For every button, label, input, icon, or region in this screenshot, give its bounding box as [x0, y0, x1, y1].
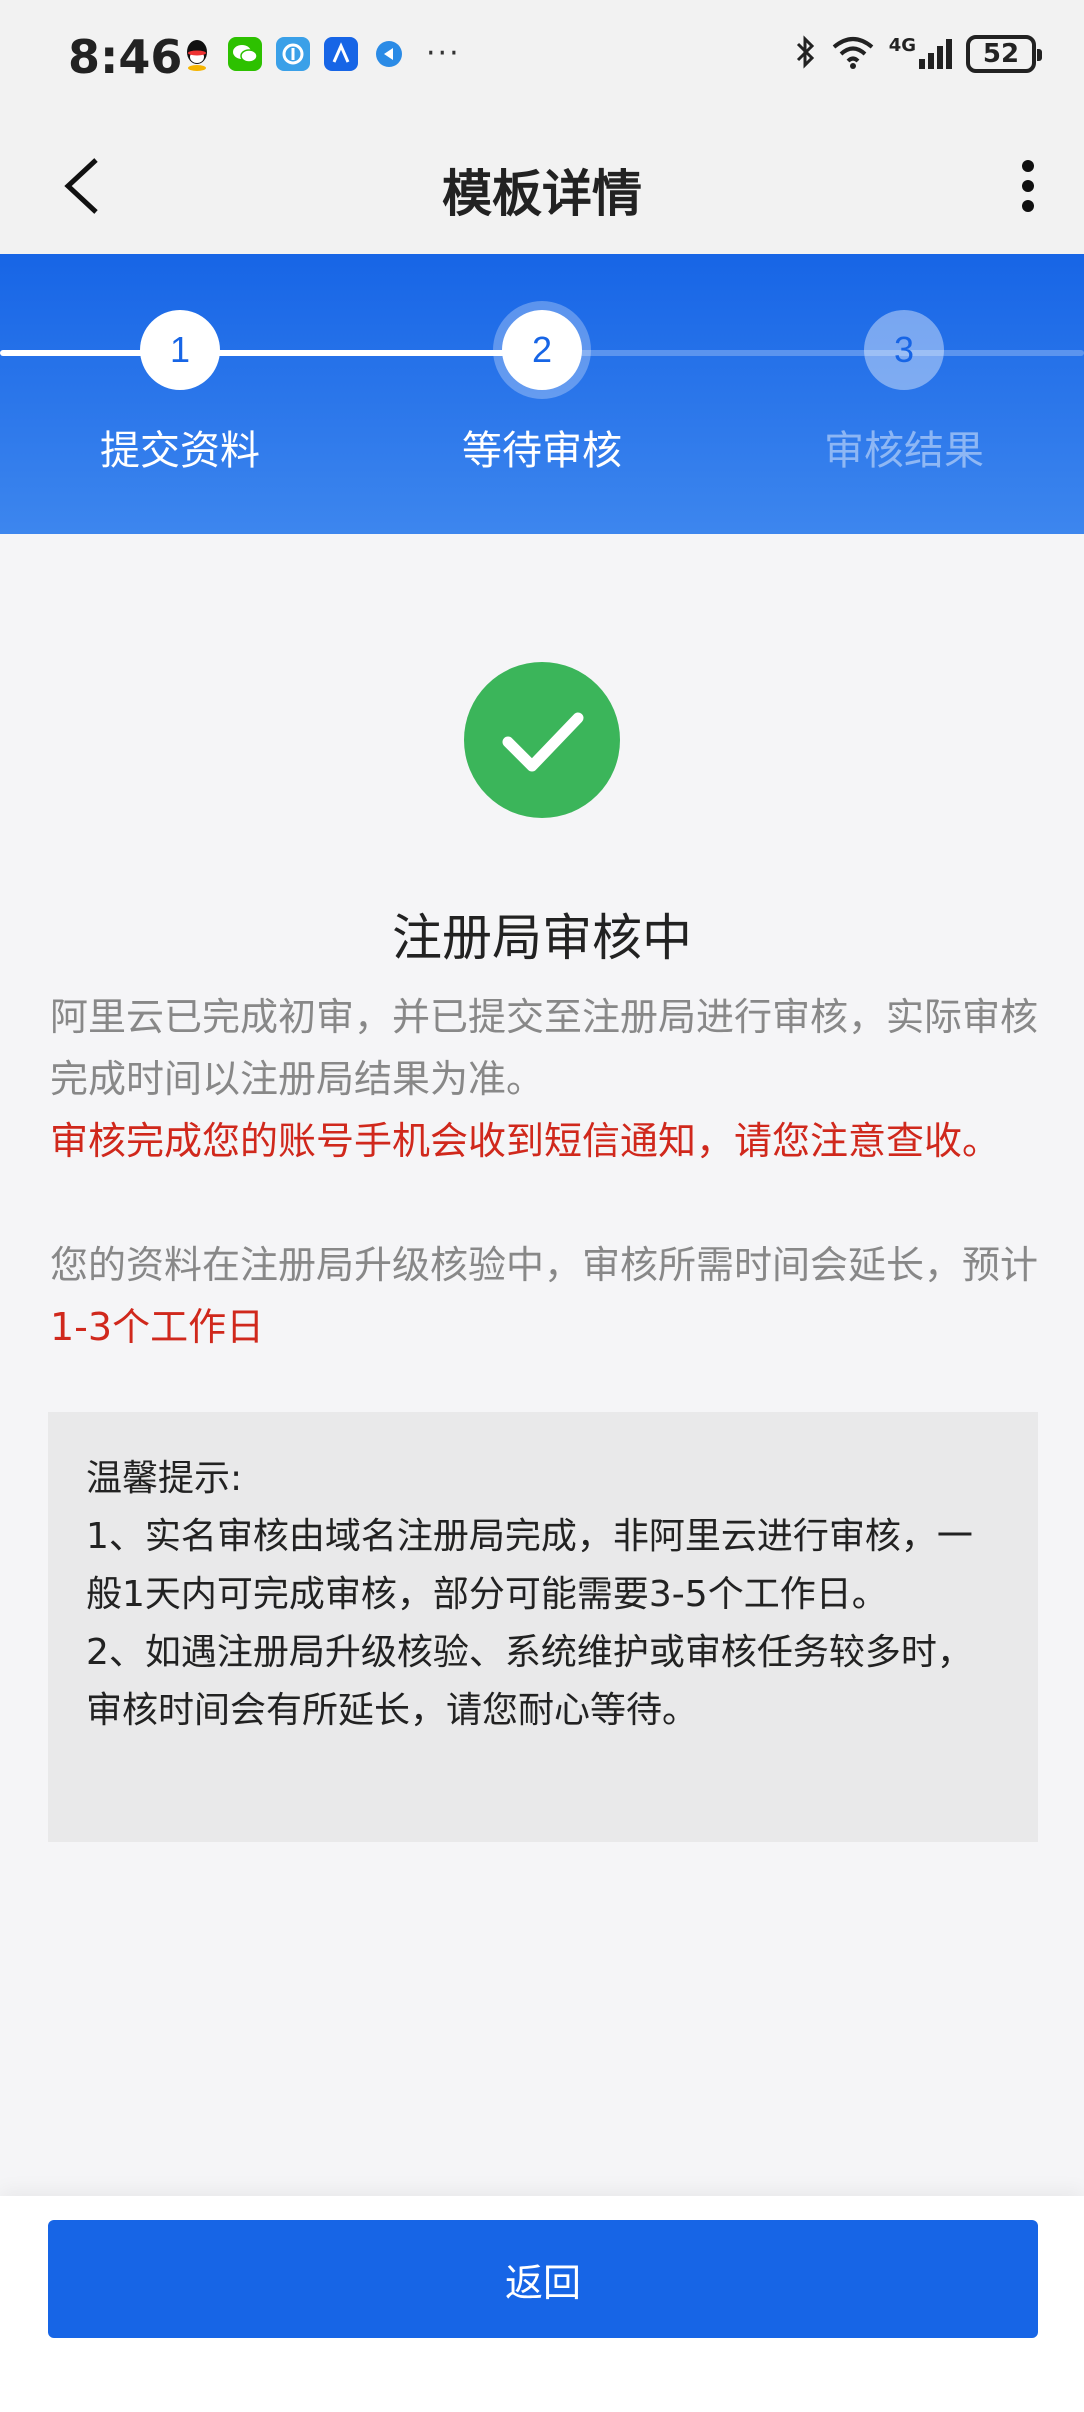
- tips-title: 温馨提示:: [86, 1458, 243, 1499]
- tips-item: 2、如遇注册局升级核验、系统维护或审核任务较多时，审核时间会有所延长，请您耐心等…: [86, 1632, 973, 1731]
- estimated-time: 您的资料在注册局升级核验中，审核所需时间会延长，预计 1-3个工作日: [50, 1234, 1040, 1358]
- bottom-bar: 返回: [0, 2196, 1084, 2412]
- step-number: 3: [864, 310, 944, 390]
- step-label: 审核结果: [824, 428, 984, 474]
- qq-icon: [180, 37, 214, 71]
- wechat-icon: [228, 36, 262, 71]
- step-label: 提交资料: [100, 428, 260, 474]
- bluetooth-icon: [795, 34, 817, 74]
- step-number: 2: [502, 310, 582, 390]
- step-submit: 1 提交资料: [50, 310, 310, 476]
- result-description: 阿里云已完成初审，并已提交至注册局进行审核，实际审核完成时间以注册局结果为准。: [50, 995, 1039, 1101]
- more-vertical-icon[interactable]: [1010, 154, 1046, 218]
- tips-item: 1、实名审核由域名注册局完成，非阿里云进行审核，一般1天内可完成审核，部分可能需…: [86, 1516, 973, 1615]
- battery-indicator: 52: [966, 35, 1042, 73]
- step-review: 2 等待审核: [412, 310, 672, 476]
- result-title: 注册局审核中: [392, 909, 692, 967]
- status-indicators: 4G 52: [795, 34, 1042, 74]
- sms-notice: 审核完成您的账号手机会收到短信通知，请您注意查收。: [50, 1119, 1001, 1163]
- progress-steps: 1 提交资料 2 等待审核 3 审核结果: [0, 254, 1084, 534]
- wifi-icon: [831, 35, 875, 73]
- return-button[interactable]: 返回: [48, 2220, 1038, 2338]
- step-result: 3 审核结果: [774, 310, 1034, 476]
- more-notifications-icon: ···: [426, 36, 461, 71]
- page-title: 模板详情: [442, 165, 642, 223]
- tips-box: 温馨提示: 1、实名审核由域名注册局完成，非阿里云进行审核，一般1天内可完成审核…: [48, 1412, 1038, 1842]
- app-arrow-icon: [372, 37, 406, 71]
- status-app-icons: ···: [180, 36, 461, 71]
- nav-bar: 模板详情: [0, 118, 1084, 254]
- estimated-time-text: 您的资料在注册局升级核验中，审核所需时间会延长，预计: [50, 1243, 1039, 1287]
- app-a-icon: [324, 36, 358, 71]
- status-bar: 8:46 ··· 4G 52: [0, 0, 1084, 118]
- step-number: 1: [140, 310, 220, 390]
- cell-signal-icon: 4G: [889, 37, 952, 71]
- step-label: 等待审核: [462, 428, 622, 474]
- estimated-time-highlight: 1-3个工作日: [50, 1305, 265, 1349]
- app-circle-icon: [276, 36, 310, 71]
- status-time: 8:46: [68, 30, 183, 84]
- success-check-icon: [464, 662, 620, 818]
